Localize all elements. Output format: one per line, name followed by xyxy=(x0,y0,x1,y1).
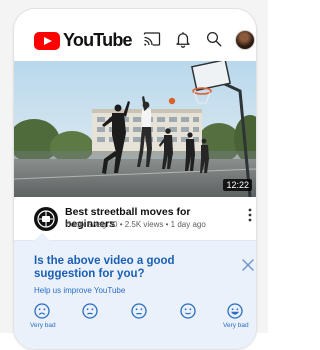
video-meta[interactable]: Best streetball moves for beginners Hoop… xyxy=(14,197,256,241)
thumbnail-image xyxy=(14,61,256,197)
good-face-icon[interactable] xyxy=(180,303,196,319)
scale-high-label: Very bad xyxy=(223,322,249,329)
channel-avatar[interactable] xyxy=(34,207,58,231)
more-options-icon[interactable] xyxy=(248,208,252,222)
very-good-face-icon[interactable] xyxy=(227,303,243,319)
very-bad-face-icon[interactable] xyxy=(34,303,50,319)
help-improve-link[interactable]: Help us improve YouTube xyxy=(34,286,125,295)
video-thumbnail[interactable]: 12:22 xyxy=(14,61,256,197)
video-subtitle: Hoop Swag 30 • 2.5K views • 1 day ago xyxy=(65,220,206,229)
video-duration: 12:22 xyxy=(223,179,252,191)
neutral-face-icon[interactable] xyxy=(131,303,147,319)
bad-face-icon[interactable] xyxy=(82,303,98,319)
account-avatar[interactable] xyxy=(235,30,255,50)
search-icon[interactable] xyxy=(205,30,223,48)
youtube-logo-icon xyxy=(34,31,60,50)
bell-icon[interactable] xyxy=(174,30,192,48)
youtube-logo[interactable]: YouTube xyxy=(34,30,133,51)
phone-frame: YouTube 12:22 Best streetball moves for … xyxy=(13,8,257,350)
cast-icon[interactable] xyxy=(143,30,161,48)
rating-scale: Very bad Very bad xyxy=(30,303,256,333)
logo-text: YouTube xyxy=(63,30,133,50)
channel-logo-icon xyxy=(37,210,55,228)
survey-question: Is the above video a good suggestion for… xyxy=(34,255,175,280)
close-icon[interactable] xyxy=(242,259,254,271)
scale-low-label: Very bad xyxy=(30,322,56,329)
top-app-bar: YouTube xyxy=(14,9,256,61)
